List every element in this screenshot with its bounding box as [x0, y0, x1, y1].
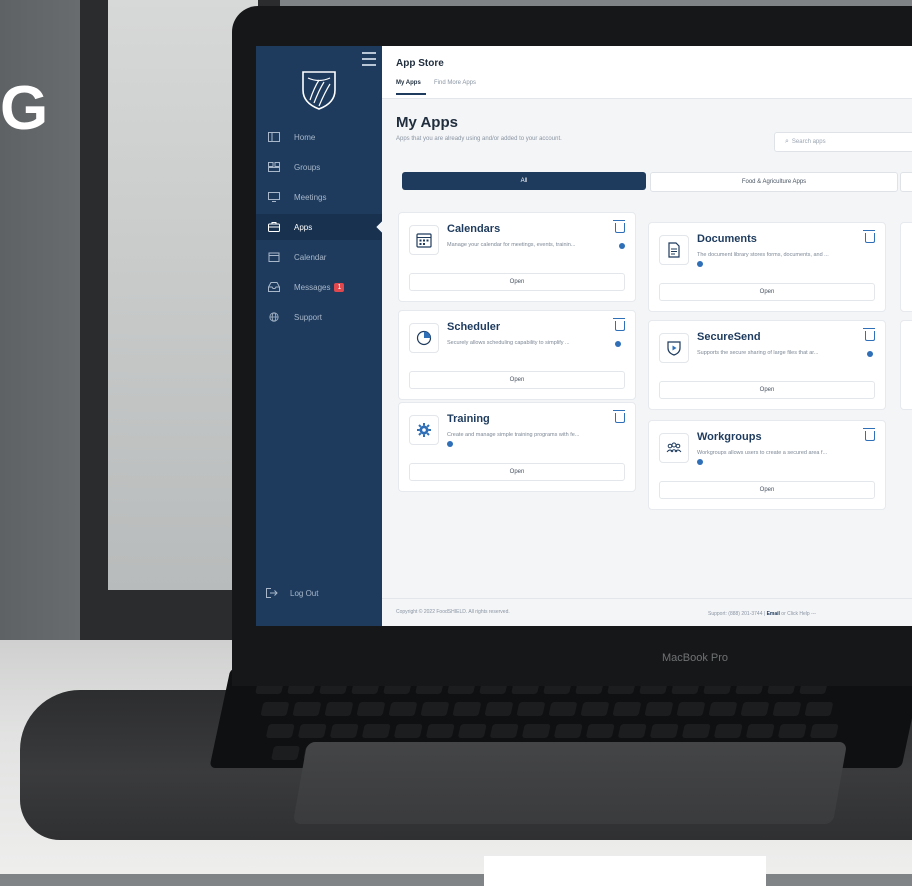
- sidebar-item-label: Calendar: [294, 252, 327, 262]
- app-name: Scheduler: [447, 321, 501, 333]
- trash-icon[interactable]: [863, 328, 875, 341]
- logout-label: Log Out: [290, 588, 319, 598]
- sidebar-item-messages[interactable]: Messages 1: [256, 274, 382, 300]
- calendar-grid-icon: [416, 233, 432, 248]
- app-description: Supports the secure sharing of large fil…: [697, 350, 819, 356]
- info-icon[interactable]: [867, 351, 873, 357]
- app-description: Create and manage simple training progra…: [447, 432, 580, 438]
- pie-clock-icon: [416, 330, 432, 346]
- inbox-icon: [268, 282, 280, 292]
- app-name: Workgroups: [697, 431, 762, 443]
- apps-icon: [268, 222, 280, 232]
- sidebar-item-calendar[interactable]: Calendar: [256, 244, 382, 270]
- open-button[interactable]: Open: [409, 273, 625, 291]
- sidebar-item-label: Groups: [294, 162, 321, 172]
- app-card-workgroups: Workgroups Workgroups allows users to cr…: [648, 420, 886, 510]
- layout-icon: [268, 132, 280, 142]
- app-description: Manage your calendar for meetings, event…: [447, 242, 576, 248]
- sidebar-item-label: Support: [294, 312, 323, 322]
- tab-my-apps[interactable]: My Apps: [396, 80, 421, 86]
- document-icon: [668, 242, 680, 258]
- info-icon[interactable]: [447, 441, 453, 447]
- sidebar: Home Groups Meetings Apps Calendar Messa…: [256, 46, 382, 626]
- trash-icon[interactable]: [613, 410, 625, 423]
- page-subtitle: Apps that you are already using and/or a…: [396, 136, 562, 142]
- app-store-title: App Store: [396, 58, 444, 69]
- sidebar-item-label: Meetings: [294, 192, 327, 202]
- open-button[interactable]: Open: [659, 481, 875, 499]
- app-card-documents: Documents The document library stores fo…: [648, 222, 886, 312]
- copyright-text: Copyright © 2022 FoodSHIELD. All rights …: [396, 609, 510, 615]
- support-help: or Click Help ---: [781, 611, 817, 617]
- messages-badge: 1: [334, 282, 345, 292]
- page-title: My Apps: [396, 114, 458, 131]
- app-description: Workgroups allows users to create a secu…: [697, 450, 828, 456]
- support-phone: Support: (888) 201-3744 |: [708, 611, 766, 617]
- info-icon[interactable]: [697, 459, 703, 465]
- trash-icon[interactable]: [613, 220, 625, 233]
- support-email-link[interactable]: Email: [767, 611, 780, 617]
- app-card-partial: [900, 222, 912, 312]
- globe-icon: [269, 312, 279, 322]
- open-button[interactable]: Open: [409, 463, 625, 481]
- filter-all[interactable]: All: [402, 172, 646, 190]
- top-bar: App Store My Apps Find More Apps: [382, 46, 912, 99]
- paper-card: [484, 856, 766, 886]
- app-description: The document library stores forms, docum…: [697, 252, 829, 258]
- calendar-icon: [268, 252, 280, 262]
- app-name: SecureSend: [697, 331, 761, 343]
- info-icon[interactable]: [619, 243, 625, 249]
- logout-icon: [266, 588, 278, 598]
- search-icon: ⌕: [785, 138, 789, 145]
- laptop-screen: Home Groups Meetings Apps Calendar Messa…: [256, 46, 912, 626]
- sidebar-item-support[interactable]: Support: [256, 304, 382, 330]
- app-name: Training: [447, 413, 490, 425]
- sidebar-item-label: Home: [294, 132, 316, 142]
- app-description: Securely allows scheduling capability to…: [447, 340, 570, 346]
- sidebar-item-label: Messages: [294, 282, 331, 292]
- menu-toggle-icon[interactable]: [362, 52, 376, 66]
- backdrop-letter: G: [0, 74, 50, 143]
- open-button[interactable]: Open: [659, 381, 875, 399]
- app-name: Calendars: [447, 223, 501, 235]
- trash-icon[interactable]: [863, 230, 875, 243]
- search-placeholder: Search apps: [791, 139, 826, 145]
- monitor-icon: [268, 192, 280, 202]
- active-tab-indicator: [396, 93, 426, 95]
- info-icon[interactable]: [615, 341, 621, 347]
- main-content: App Store My Apps Find More Apps My Apps…: [382, 46, 912, 626]
- sidebar-item-meetings[interactable]: Meetings: [256, 184, 382, 210]
- info-icon[interactable]: [697, 261, 703, 267]
- app-name: Documents: [697, 233, 757, 245]
- sidebar-item-home[interactable]: Home: [256, 124, 382, 150]
- organization-logo-icon: [302, 71, 336, 110]
- app-card-training: Training Create and manage simple traini…: [398, 402, 636, 492]
- app-card-securesend: SecureSend Supports the secure sharing o…: [648, 320, 886, 410]
- sidebar-item-groups[interactable]: Groups: [256, 154, 382, 180]
- sidebar-item-label: Apps: [294, 222, 313, 232]
- filter-more[interactable]: [900, 172, 912, 192]
- groups-icon: [268, 162, 280, 172]
- gear-icon: [417, 423, 431, 437]
- filter-food-agriculture[interactable]: Food & Agriculture Apps: [650, 172, 898, 192]
- tab-find-more-apps[interactable]: Find More Apps: [434, 80, 476, 86]
- shield-play-icon: [667, 341, 681, 356]
- logout-button[interactable]: Log Out: [266, 588, 318, 598]
- app-card-partial: [900, 320, 912, 410]
- app-card-calendars: Calendars Manage your calendar for meeti…: [398, 212, 636, 302]
- search-input[interactable]: ⌕ Search apps: [774, 132, 912, 152]
- trackpad: [292, 742, 848, 824]
- footer: Copyright © 2022 FoodSHIELD. All rights …: [382, 598, 912, 626]
- support-text: Support: (888) 201-3744 | Email or Click…: [708, 611, 816, 617]
- trash-icon[interactable]: [613, 318, 625, 331]
- open-button[interactable]: Open: [409, 371, 625, 389]
- people-icon: [666, 442, 682, 453]
- sidebar-item-apps[interactable]: Apps: [256, 214, 382, 240]
- app-card-scheduler: Scheduler Securely allows scheduling cap…: [398, 310, 636, 400]
- open-button[interactable]: Open: [659, 283, 875, 301]
- laptop-brand-label: MacBook Pro: [662, 652, 729, 664]
- trash-icon[interactable]: [863, 428, 875, 441]
